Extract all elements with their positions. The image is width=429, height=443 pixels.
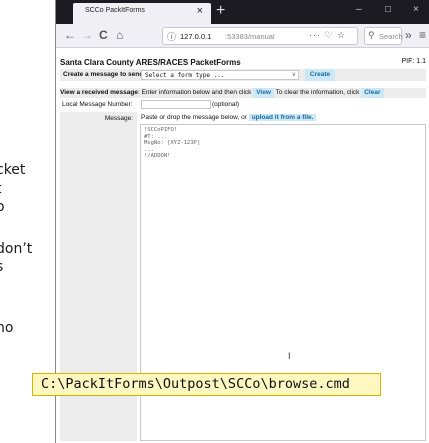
page-actions-icons[interactable]: ··· ♡ ☆ — [309, 30, 346, 41]
command-path: C:\PackItForms\Outpost\SCCo\browse.cmd — [41, 376, 350, 392]
pif-version: PIF: 1.1 — [401, 58, 426, 65]
back-icon[interactable]: ← — [64, 28, 76, 42]
clear-button[interactable]: Clear — [361, 88, 384, 98]
create-message-row: Create a message to send: Select a form … — [60, 69, 426, 81]
navigation-bar: ← → C ⌂ ⓘ 127.0.0.1 :53383/manual ··· ♡ … — [56, 24, 429, 48]
slide-text-2: t — [0, 181, 2, 197]
slide-text-5: s — [0, 259, 3, 275]
reload-icon[interactable]: C — [99, 28, 108, 42]
command-path-overlay: C:\PackItForms\Outpost\SCCo\browse.cmd — [32, 373, 381, 396]
overflow-icon[interactable]: » — [405, 28, 412, 42]
view-button[interactable]: View — [253, 88, 274, 98]
search-placeholder: Search — [379, 32, 403, 41]
slide-text-6: no — [0, 320, 14, 336]
form-type-value: Select a form type ... — [145, 72, 225, 79]
menu-icon[interactable]: ≡ — [419, 28, 426, 42]
message-label: Message: — [104, 115, 133, 122]
new-tab-icon[interactable]: + — [216, 1, 225, 21]
view-message-label: View a received message — [60, 89, 138, 96]
form-type-select[interactable]: Select a form type ... ∨ — [141, 70, 299, 80]
chevron-down-icon: ∨ — [291, 72, 296, 78]
local-message-number-row: Local Message Number: (optional) — [60, 99, 426, 110]
window-close-icon[interactable]: × — [413, 4, 419, 15]
clear-instructions: To clear the information, click — [275, 89, 360, 96]
message-hint: Paste or drop the message below, or uplo… — [141, 114, 317, 121]
create-message-label: Create a message to send: — [63, 71, 146, 78]
local-message-number-input[interactable] — [141, 100, 211, 109]
local-message-number-label: Local Message Number: — [62, 101, 133, 108]
search-input[interactable]: ⚲ Search — [364, 27, 403, 45]
slide-text-1: cket — [0, 162, 26, 178]
url-path: :53383/manual — [225, 32, 275, 41]
page-title: Santa Clara County ARES/RACES PacketForm… — [60, 58, 241, 67]
search-icon: ⚲ — [368, 30, 375, 40]
url-host: 127.0.0.1 — [180, 32, 212, 41]
maximize-icon[interactable]: □ — [385, 4, 391, 15]
tab-title: SCCo PackItForms — [85, 7, 145, 14]
screen: cket t o don’t s no SCCo PackItForms × +… — [0, 0, 429, 443]
create-button[interactable]: Create — [305, 69, 335, 81]
slide-text-4: don’t — [0, 241, 33, 257]
text-cursor-icon: I — [288, 351, 291, 361]
view-instructions: : Enter information below and then click — [137, 89, 252, 96]
home-icon[interactable]: ⌂ — [116, 28, 123, 42]
tab-close-icon[interactable]: × — [197, 5, 203, 17]
browser-tab[interactable]: SCCo PackItForms × — [73, 3, 211, 24]
upload-file-button[interactable]: upload it from a file. — [248, 114, 317, 121]
slide-text-3: o — [0, 199, 5, 215]
title-bar: SCCo PackItForms × + – □ × — [56, 0, 429, 24]
forward-icon[interactable]: → — [81, 28, 93, 42]
message-text: !SCCoPIFO! #T: ... MsgNo: [XYZ-123P] ...… — [144, 127, 201, 160]
info-icon[interactable]: ⓘ — [167, 30, 176, 43]
minimize-icon[interactable]: – — [356, 4, 362, 15]
url-bar[interactable]: ⓘ 127.0.0.1 :53383/manual ··· ♡ ☆ — [162, 27, 358, 45]
optional-note: (optional) — [212, 101, 240, 108]
view-message-row: View a received message: Enter informati… — [60, 88, 426, 98]
